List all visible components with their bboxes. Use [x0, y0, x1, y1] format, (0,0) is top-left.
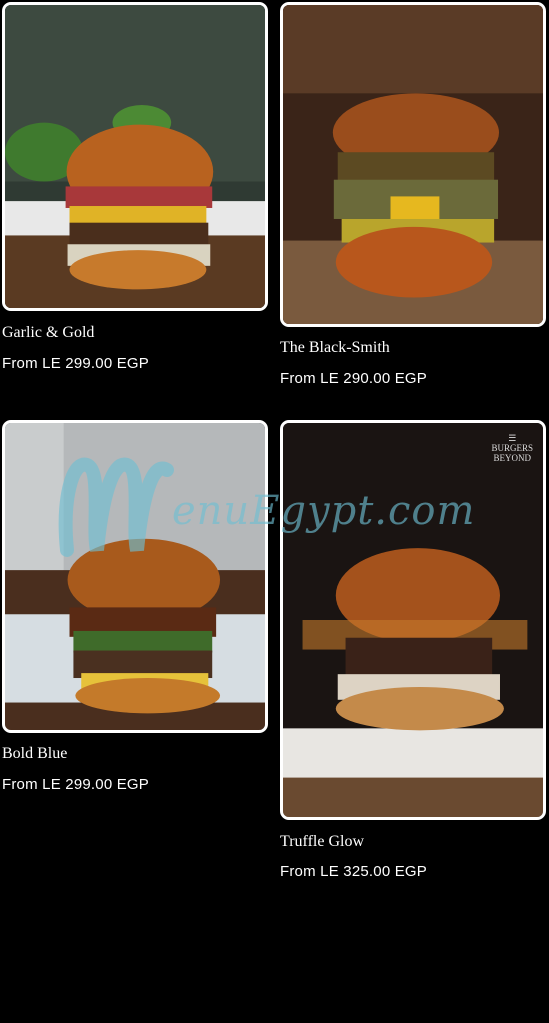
burger-photo	[283, 5, 543, 324]
product-price: From LE 299.00 EGP	[2, 776, 150, 793]
product-image[interactable]	[2, 2, 268, 311]
product-name[interactable]: Truffle Glow	[280, 833, 364, 851]
product-price: From LE 299.00 EGP	[2, 355, 150, 372]
brand-logo: ☰ BURGERS BEYOND	[491, 433, 533, 463]
product-image[interactable]	[280, 2, 546, 327]
brand-line2: BEYOND	[493, 453, 531, 463]
product-price: From LE 290.00 EGP	[280, 370, 428, 387]
product-name[interactable]: Bold Blue	[2, 745, 67, 763]
product-name[interactable]: The Black-Smith	[280, 339, 390, 357]
product-name[interactable]: Garlic & Gold	[2, 324, 94, 342]
product-image[interactable]: ☰ BURGERS BEYOND	[280, 420, 546, 820]
product-price: From LE 325.00 EGP	[280, 863, 428, 880]
product-image[interactable]	[2, 420, 268, 733]
brand-line1: BURGERS	[491, 443, 533, 453]
brand-icon: ☰	[508, 433, 517, 443]
burger-photo	[283, 423, 543, 817]
burger-photo	[5, 5, 265, 308]
burger-photo	[5, 423, 265, 730]
